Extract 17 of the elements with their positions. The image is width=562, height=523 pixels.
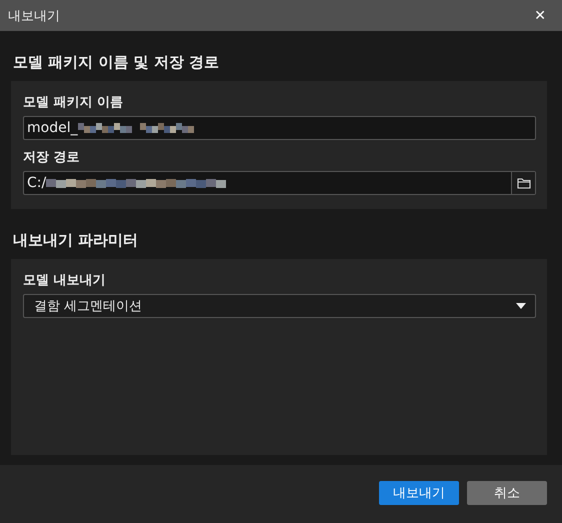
folder-button[interactable] xyxy=(511,172,535,194)
path-field[interactable]: C:/ xyxy=(23,171,536,195)
field-value: C:/ xyxy=(27,175,46,191)
field-label: 모델 내보내기 xyxy=(23,272,107,290)
cancel-button[interactable]: 취소 xyxy=(467,481,547,505)
name-field[interactable]: model_ xyxy=(23,116,536,140)
field-label: 모델 패키지 이름 xyxy=(23,94,124,112)
section-title: 모델 패키지 이름 및 저장 경로 xyxy=(12,52,220,73)
field-label: 저장 경로 xyxy=(23,149,81,167)
model-dropdown[interactable]: 결함 세그멘테이션 xyxy=(23,294,536,318)
folder-icon xyxy=(516,177,530,189)
close-button[interactable]: ✕ xyxy=(528,6,552,26)
export-button[interactable]: 내보내기 xyxy=(379,481,459,505)
dropdown-arrow-icon xyxy=(516,303,526,309)
field-value: model_ xyxy=(27,120,78,136)
section-title: 내보내기 파라미터 xyxy=(12,230,140,251)
window-title: 내보내기 xyxy=(8,8,60,24)
